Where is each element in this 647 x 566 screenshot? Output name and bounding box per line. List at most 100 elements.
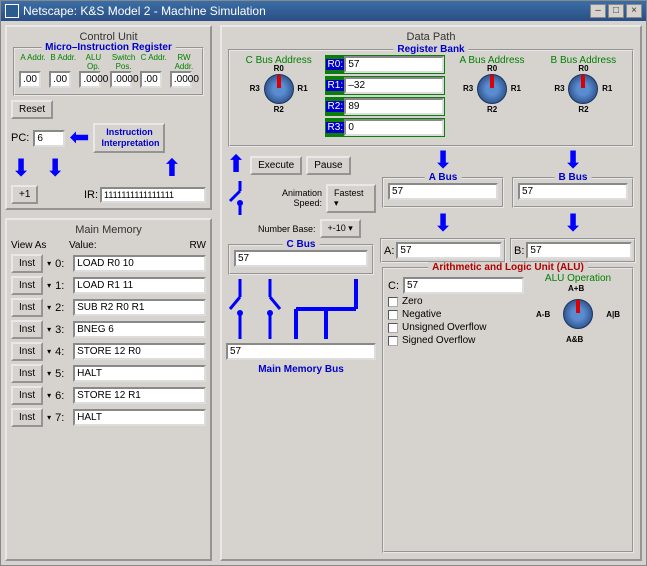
table-row: Inst▾5:HALT — [11, 364, 206, 383]
chevron-down-icon[interactable]: ▾ — [47, 413, 51, 422]
pc-label: PC: — [11, 132, 29, 144]
titlebar: Netscape: K&S Model 2 - Machine Simulati… — [1, 1, 646, 21]
chevron-down-icon[interactable]: ▾ — [47, 391, 51, 400]
pc-value[interactable]: 6 — [33, 130, 65, 147]
chevron-down-icon[interactable]: ▾ — [47, 369, 51, 378]
window-title: Netscape: K&S Model 2 - Machine Simulati… — [23, 4, 266, 18]
reg-value[interactable]: –32 — [344, 77, 444, 94]
mem-value[interactable]: BNEG 6 — [73, 321, 206, 338]
b-bus-value[interactable]: 57 — [518, 183, 628, 200]
inst-button[interactable]: Inst — [11, 276, 43, 295]
switch-icon[interactable] — [226, 279, 254, 339]
a-bus-value[interactable]: 57 — [388, 183, 498, 200]
mir-value[interactable]: .00 — [49, 71, 71, 88]
ir-label: IR: — [84, 189, 98, 201]
b-label: B: — [514, 245, 524, 257]
arrow-down-icon: ⬇ — [433, 147, 453, 174]
mir-fieldset: Micro–Instruction Register A Addr..00B A… — [13, 47, 204, 96]
alu-op-title: ALU Operation — [528, 273, 628, 284]
switch-icon[interactable] — [256, 279, 284, 339]
mem-index: 4: — [55, 346, 69, 358]
minimize-button[interactable]: – — [590, 4, 606, 18]
a-value[interactable]: 57 — [396, 242, 502, 259]
mem-value[interactable]: STORE 12 R1 — [73, 387, 206, 404]
close-button[interactable]: × — [626, 4, 642, 18]
num-base-select[interactable]: +-10 ▾ — [320, 219, 361, 238]
data-path-title: Data Path — [226, 31, 636, 43]
inst-button[interactable]: Inst — [11, 254, 43, 273]
mem-index: 6: — [55, 390, 69, 402]
alu-op-dial[interactable]: A+B A|B A&B A-B — [550, 286, 606, 342]
mem-value[interactable]: HALT — [73, 409, 206, 426]
reg-index: R2: — [326, 101, 344, 112]
register-row: R0:57 — [325, 55, 445, 74]
anim-speed-select[interactable]: Fastest ▾ — [326, 184, 376, 213]
mem-index: 0: — [55, 258, 69, 270]
reset-button[interactable]: Reset — [11, 100, 53, 119]
mir-value[interactable]: .0000 — [79, 71, 101, 88]
inst-button[interactable]: Inst — [11, 408, 43, 427]
b-value[interactable]: 57 — [526, 242, 632, 259]
mem-value[interactable]: LOAD R0 10 — [73, 255, 206, 272]
mem-value[interactable]: SUB R2 R0 R1 — [73, 299, 206, 316]
path-icon — [286, 279, 366, 339]
mm-bus-value[interactable]: 57 — [226, 343, 376, 360]
reg-value[interactable]: 0 — [344, 119, 444, 136]
mir-value[interactable]: .00 — [140, 71, 162, 88]
reg-value[interactable]: 89 — [344, 98, 444, 115]
execute-button[interactable]: Execute — [250, 156, 302, 175]
mem-value[interactable]: HALT — [73, 365, 206, 382]
table-row: Inst ▾ 6: STORE 12 R1 — [11, 386, 206, 405]
checkbox[interactable] — [388, 297, 398, 307]
checkbox[interactable] — [388, 323, 398, 333]
mem-index: 7: — [55, 412, 69, 424]
alu-c-value[interactable]: 57 — [403, 277, 524, 294]
mir-value[interactable]: .00 — [19, 71, 41, 88]
mir-header: Switch Pos. — [110, 53, 138, 71]
c-addr-dial[interactable]: R0 R1 R2 R3 — [256, 66, 302, 112]
reg-value[interactable]: 57 — [344, 56, 444, 73]
mir-value[interactable]: .0000 — [110, 71, 132, 88]
num-base-label: Number Base: — [258, 224, 316, 234]
mem-value[interactable]: STORE 12 R0 — [73, 343, 206, 360]
arrow-down-icon: ⬇ — [433, 210, 453, 237]
alu-legend: Arithmetic and Logic Unit (ALU) — [428, 262, 588, 273]
chevron-down-icon[interactable]: ▾ — [47, 259, 51, 268]
inst-button[interactable]: Inst — [11, 298, 43, 317]
mem-value[interactable]: LOAD R1 11 — [73, 277, 206, 294]
mem-index: 1: — [55, 280, 69, 292]
checkbox[interactable] — [388, 336, 398, 346]
a-bus-legend: A Bus — [425, 172, 462, 183]
inst-button[interactable]: Inst — [11, 386, 43, 405]
checkbox[interactable] — [388, 310, 398, 320]
control-unit-panel: Control Unit Micro–Instruction Register … — [5, 25, 212, 210]
inst-button[interactable]: Inst — [11, 364, 43, 383]
c-bus-value[interactable]: 57 — [234, 250, 368, 267]
chevron-down-icon[interactable]: ▾ — [47, 325, 51, 334]
maximize-button[interactable]: □ — [608, 4, 624, 18]
mem-index: 2: — [55, 302, 69, 314]
chevron-down-icon[interactable]: ▾ — [47, 281, 51, 290]
switch-icon[interactable] — [226, 181, 252, 215]
inst-button[interactable]: Inst — [11, 320, 43, 339]
arrow-down-icon: ⬇ — [45, 157, 65, 181]
table-row: Inst ▾ 7: HALT — [11, 408, 206, 427]
table-row: Inst ▾ 0: LOAD R0 10 — [11, 254, 206, 273]
table-row: Inst ▾ 4: STORE 12 R0 — [11, 342, 206, 361]
pause-button[interactable]: Pause — [306, 156, 350, 175]
inst-button[interactable]: Inst — [11, 342, 43, 361]
chevron-down-icon[interactable]: ▾ — [47, 347, 51, 356]
a-addr-dial[interactable]: R0 R1 R2 R3 — [469, 66, 515, 112]
b-bus-fieldset: B Bus 57 — [512, 177, 634, 208]
ir-value[interactable]: 1111111111111111 — [100, 187, 206, 203]
mir-value[interactable]: .0000 — [170, 71, 192, 88]
instruction-interpretation-button[interactable]: Instruction Interpretation — [93, 123, 165, 153]
b-addr-dial[interactable]: R0 R1 R2 R3 — [560, 66, 606, 112]
mir-header: C Addr. — [140, 53, 168, 71]
register-bank-legend: Register Bank — [393, 44, 468, 55]
rw-header: RW — [190, 240, 206, 251]
chevron-down-icon[interactable]: ▾ — [47, 303, 51, 312]
mir-header: B Addr. — [49, 53, 77, 71]
alu-flag: Zero — [388, 296, 524, 307]
plus-one-button[interactable]: +1 — [11, 185, 38, 204]
